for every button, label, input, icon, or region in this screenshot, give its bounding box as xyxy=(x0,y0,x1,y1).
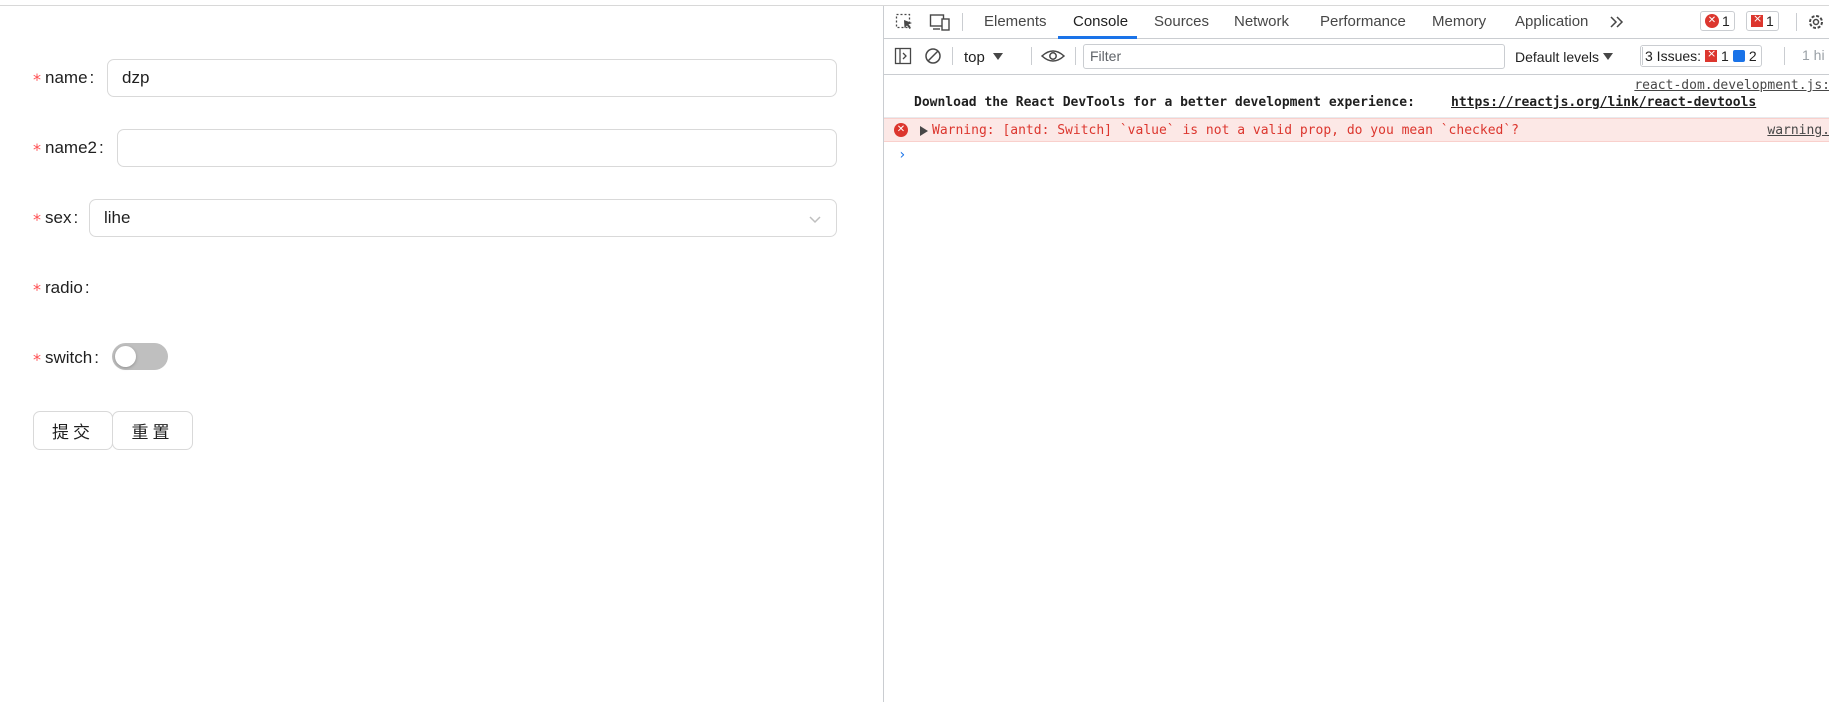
form-item-switch: * switch : xyxy=(33,338,107,378)
sex-label: sex xyxy=(45,208,72,227)
console-message-info: react-dom.development.js: Download the R… xyxy=(884,75,1829,118)
error-message-text: Warning: [antd: Switch] `value` is not a… xyxy=(932,123,1519,138)
form-item-radio: * radio : xyxy=(33,268,98,308)
required-mark: * xyxy=(33,280,41,299)
error-count: 1 xyxy=(1722,13,1730,29)
label-colon: : xyxy=(94,348,99,367)
chevron-down-icon xyxy=(809,216,821,224)
inspect-element-icon[interactable] xyxy=(895,13,915,31)
sex-select[interactable]: lihe xyxy=(89,199,837,237)
tab-application[interactable]: Application xyxy=(1515,6,1588,38)
sidebar-toggle-icon[interactable] xyxy=(894,47,912,65)
submit-button[interactable]: 提交 xyxy=(33,411,113,450)
reset-button[interactable]: 重置 xyxy=(112,411,193,450)
required-mark: * xyxy=(33,350,41,369)
name2-label: name2 xyxy=(45,138,97,157)
console-output[interactable]: react-dom.development.js: Download the R… xyxy=(884,75,1829,702)
device-toolbar-icon[interactable] xyxy=(929,13,951,31)
error-count-badge[interactable]: ✕ 1 xyxy=(1700,11,1735,31)
toolbar-divider xyxy=(1784,47,1785,65)
name-label: name xyxy=(45,68,88,87)
react-devtools-link[interactable]: https://reactjs.org/link/react-devtools xyxy=(1451,95,1756,110)
toolbar-divider xyxy=(1031,47,1032,65)
form-item-name2: * name2 : xyxy=(33,128,112,168)
toolbar-divider xyxy=(962,13,963,31)
switch-toggle[interactable] xyxy=(112,343,168,370)
label-colon: : xyxy=(89,68,95,87)
sex-select-value: lihe xyxy=(104,208,131,227)
issue-error-icon xyxy=(1705,47,1718,62)
dropdown-triangle-icon xyxy=(992,53,1003,60)
info-message-text: Download the React DevTools for a better… xyxy=(914,95,1415,110)
context-selector[interactable]: top xyxy=(964,47,1003,67)
settings-gear-icon[interactable] xyxy=(1806,12,1826,32)
error-icon: ✕ xyxy=(894,123,908,137)
required-mark: * xyxy=(33,210,41,229)
issue-flag-icon xyxy=(1751,12,1763,27)
name-input-value: dzp xyxy=(122,68,150,87)
required-mark: * xyxy=(33,70,41,89)
form-item-name: * name : xyxy=(33,58,102,98)
radio-label: radio xyxy=(45,278,83,297)
label-colon: : xyxy=(84,278,90,297)
issues-label: 3 Issues: xyxy=(1645,48,1702,64)
issues-error-count: 1 xyxy=(1721,48,1729,64)
tab-console[interactable]: Console xyxy=(1073,6,1128,38)
message-source-link[interactable]: react-dom.development.js: xyxy=(1634,78,1829,93)
hidden-count: 1 hi xyxy=(1802,47,1825,63)
toolbar-divider xyxy=(1075,47,1076,65)
tab-sources[interactable]: Sources xyxy=(1154,6,1209,38)
dropdown-triangle-icon xyxy=(1603,53,1614,60)
tab-performance[interactable]: Performance xyxy=(1320,6,1406,38)
tab-network[interactable]: Network xyxy=(1234,6,1289,38)
devtools-tab-bar: Elements Console Sources Network Perform… xyxy=(884,6,1829,39)
form-item-sex: * sex : xyxy=(33,198,86,238)
name-input[interactable]: dzp xyxy=(107,59,837,97)
switch-label: switch xyxy=(45,348,93,367)
issues-info-count: 2 xyxy=(1748,48,1757,64)
more-tabs-icon[interactable] xyxy=(1609,15,1625,29)
log-levels-label: Default levels xyxy=(1515,49,1600,65)
label-colon: : xyxy=(98,138,104,157)
error-source-link[interactable]: warning. xyxy=(1767,123,1829,138)
toolbar-divider xyxy=(952,47,953,65)
console-toolbar: top Filter Default levels 3 Issues: 1 2 … xyxy=(884,39,1829,75)
toolbar-divider xyxy=(1796,13,1797,31)
error-icon: ✕ xyxy=(1705,14,1719,28)
context-value: top xyxy=(964,48,985,66)
log-levels-dropdown[interactable]: Default levels xyxy=(1515,47,1614,67)
name2-input[interactable] xyxy=(117,129,837,167)
tab-elements[interactable]: Elements xyxy=(984,6,1047,38)
app-viewport: * name : dzp * name2 : * sex : lihe * ra… xyxy=(0,6,883,702)
switch-knob xyxy=(115,346,136,367)
console-filter-input[interactable]: Filter xyxy=(1083,44,1505,69)
console-prompt-icon[interactable]: › xyxy=(898,147,906,163)
issues-count-badge[interactable]: 1 xyxy=(1746,11,1779,31)
tab-memory[interactable]: Memory xyxy=(1432,6,1486,38)
devtools-panel: Elements Console Sources Network Perform… xyxy=(883,6,1829,702)
live-expression-eye-icon[interactable] xyxy=(1041,48,1065,64)
clear-console-icon[interactable] xyxy=(924,47,942,65)
issues-button[interactable]: 3 Issues: 1 2 xyxy=(1640,45,1762,67)
required-mark: * xyxy=(33,140,41,159)
filter-placeholder: Filter xyxy=(1090,48,1122,64)
issue-flag-count: 1 xyxy=(1766,13,1774,29)
issue-info-icon xyxy=(1732,50,1745,62)
expand-triangle-icon[interactable] xyxy=(920,126,928,136)
console-message-error: ✕ Warning: [antd: Switch] `value` is not… xyxy=(884,118,1829,142)
label-colon: : xyxy=(73,208,79,227)
